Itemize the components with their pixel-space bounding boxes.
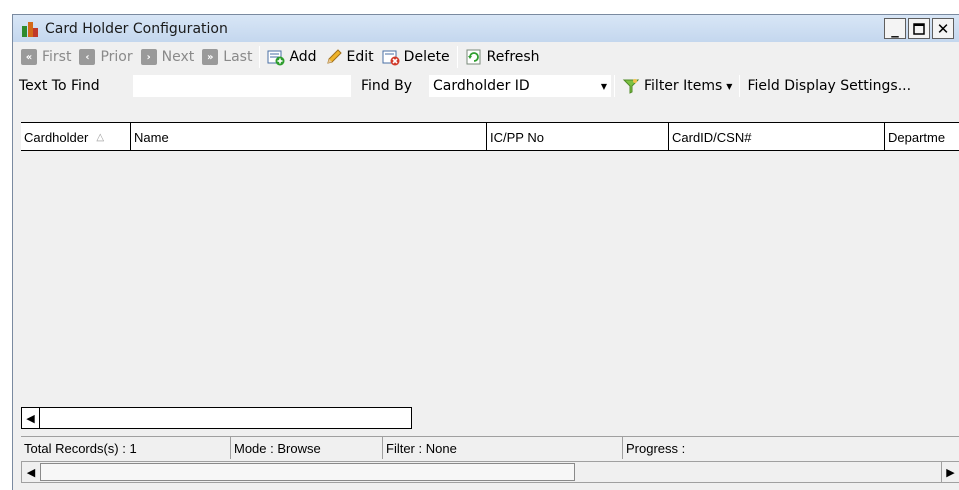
column-header-ic-pp-no[interactable]: IC/PP No [487, 123, 669, 150]
refresh-button[interactable]: Refresh [461, 45, 544, 69]
scrollbar-thumb[interactable] [40, 463, 575, 481]
column-label: Cardholder [24, 129, 89, 145]
column-header-cardid-csn[interactable]: CardID/CSN# [669, 123, 885, 150]
add-record-icon [267, 48, 285, 66]
field-display-settings-label: Field Display Settings... [747, 78, 912, 94]
column-label: CardID/CSN# [672, 129, 752, 145]
text-to-find-input[interactable] [133, 75, 351, 97]
scroll-left-icon[interactable]: ◀ [22, 408, 40, 428]
title-bar[interactable]: Card Holder Configuration _ ✕ [13, 15, 959, 42]
first-button[interactable]: « First [17, 45, 75, 69]
add-label: Add [289, 49, 317, 65]
next-button[interactable]: › Next [137, 45, 199, 69]
column-label: Departme [888, 129, 946, 145]
column-label: Name [134, 129, 169, 145]
next-record-icon: › [140, 49, 157, 65]
first-record-icon: « [21, 49, 37, 65]
delete-record-icon [382, 48, 400, 66]
minimize-button[interactable]: _ [884, 18, 906, 39]
refresh-label: Refresh [486, 49, 540, 65]
edit-button[interactable]: Edit [321, 45, 378, 69]
total-records-status: Total Records(s) : 1 [21, 437, 231, 459]
column-header-name[interactable]: Name [131, 123, 487, 150]
toolbar-separator [456, 46, 458, 68]
find-by-select[interactable]: Cardholder ID ▼ [429, 75, 611, 97]
find-bar: Text To Find Find By Cardholder ID ▼ Fil… [13, 72, 959, 100]
sort-ascending-icon: △ [96, 131, 105, 143]
prior-record-icon: ‹ [79, 49, 96, 65]
toolbar-separator [259, 46, 261, 68]
scroll-right-icon[interactable]: ▶ [941, 462, 959, 482]
funnel-icon [622, 77, 640, 95]
add-button[interactable]: Add [263, 45, 320, 69]
window-horizontal-scrollbar[interactable]: ◀ ▶ [21, 461, 959, 483]
filter-items-label: Filter Items [644, 78, 723, 94]
field-display-settings-button[interactable]: Field Display Settings... [743, 74, 915, 98]
cardholder-grid: Cardholder △ Name IC/PP No CardID/CSN# D… [21, 122, 959, 408]
toolbar-separator [614, 75, 615, 97]
last-button[interactable]: » Last [198, 45, 256, 69]
main-toolbar: « First ‹ Prior › Next » Last Add Edit D… [13, 42, 959, 72]
scroll-left-icon[interactable]: ◀ [22, 462, 40, 482]
filter-items-button[interactable]: Filter Items ▼ [618, 74, 736, 98]
next-label: Next [161, 49, 195, 65]
find-by-label: Find By [361, 78, 413, 94]
delete-label: Delete [403, 49, 450, 65]
mode-status: Mode : Browse [231, 437, 383, 459]
edit-label: Edit [346, 49, 374, 65]
grid-body[interactable] [21, 152, 959, 408]
grid-horizontal-scrollbar[interactable]: ◀ [21, 407, 412, 429]
find-by-value: Cardholder ID [433, 78, 530, 94]
last-label: Last [223, 49, 253, 65]
close-button[interactable]: ✕ [932, 18, 954, 39]
column-header-department[interactable]: Departme [885, 123, 959, 150]
delete-button[interactable]: Delete [378, 45, 454, 69]
window-title: Card Holder Configuration [45, 20, 228, 37]
refresh-icon [465, 48, 483, 66]
filter-status: Filter : None [383, 437, 623, 459]
pencil-icon [325, 48, 343, 66]
chevron-down-icon: ▼ [726, 81, 733, 91]
card-holder-config-window: Card Holder Configuration _ ✕ « First ‹ … [12, 14, 959, 490]
text-to-find-label: Text To Find [19, 78, 100, 94]
column-header-cardholder[interactable]: Cardholder △ [21, 123, 131, 150]
card-holder-app-icon [21, 20, 39, 38]
toolbar-separator [739, 75, 741, 97]
prior-label: Prior [100, 49, 133, 65]
column-label: IC/PP No [490, 129, 544, 145]
grid-header: Cardholder △ Name IC/PP No CardID/CSN# D… [21, 123, 959, 151]
maximize-button[interactable] [908, 18, 930, 39]
progress-status: Progress : [626, 440, 686, 456]
prior-button[interactable]: ‹ Prior [75, 45, 136, 69]
window-controls: _ ✕ [884, 18, 954, 39]
chevron-down-icon: ▼ [600, 81, 607, 91]
last-record-icon: » [202, 49, 219, 65]
first-label: First [42, 49, 72, 65]
status-bar: Total Records(s) : 1 Mode : Browse Filte… [21, 436, 959, 459]
